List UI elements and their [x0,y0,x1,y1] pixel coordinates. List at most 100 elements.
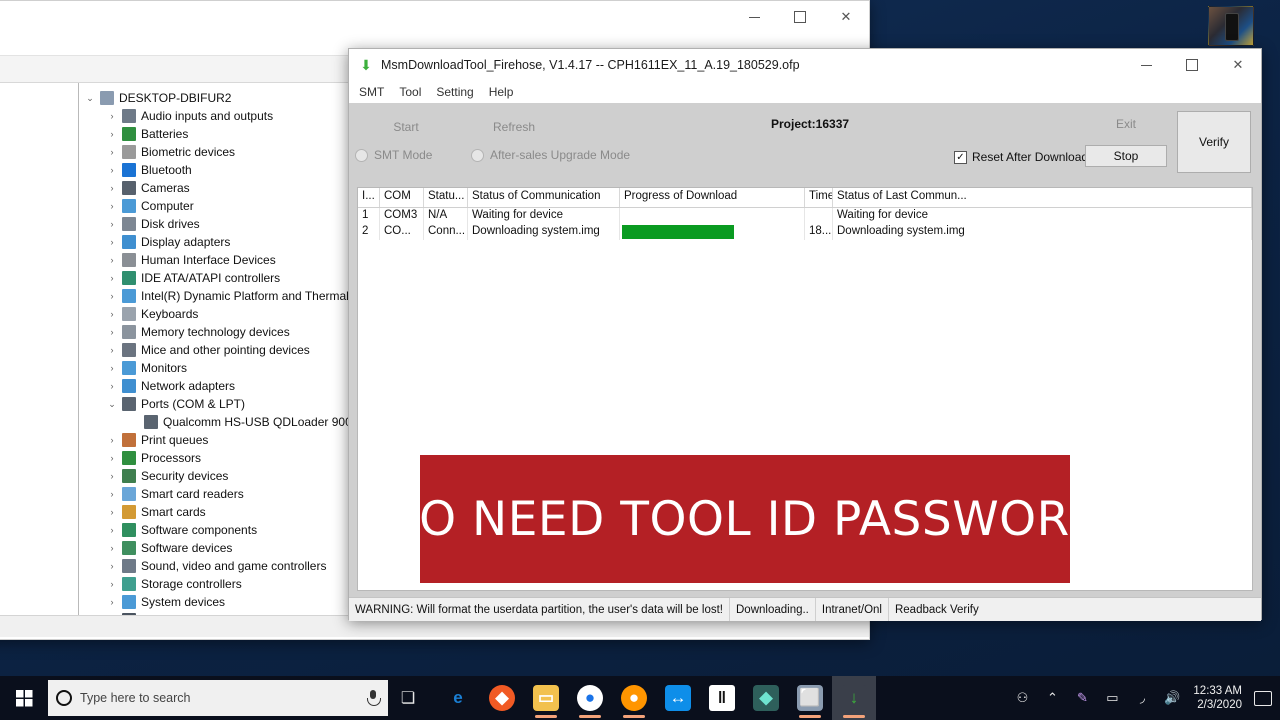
stop-button[interactable]: Stop [1085,145,1167,167]
wifi-icon[interactable]: ◞ [1133,690,1151,706]
chevron-icon[interactable]: ⌄ [85,93,95,104]
table-row[interactable]: 1 COM3 N/A Waiting for device Waiting for de… [358,208,1252,224]
chevron-icon[interactable]: › [107,147,117,157]
start-button[interactable]: Start [361,115,451,139]
pen-icon[interactable]: ✎ [1073,690,1091,706]
chevron-icon[interactable]: › [107,435,117,445]
chevron-icon[interactable]: › [107,489,117,499]
chevron-icon[interactable]: › [107,219,117,229]
chevron-icon[interactable]: › [107,165,117,175]
chevron-icon[interactable]: › [107,543,117,553]
people-icon[interactable]: ⚇ [1013,690,1031,706]
firefox-icon[interactable]: ● [612,676,656,720]
chevron-icon[interactable]: › [107,579,117,589]
teamviewer-icon[interactable]: ↔ [656,676,700,720]
verify-button[interactable]: Verify [1177,111,1251,173]
console-tree-item[interactable]: >nce [0,209,78,229]
msm-minimize-button[interactable] [1123,49,1169,81]
chevron-icon[interactable]: › [107,327,117,337]
grid-column-header[interactable]: I... [358,188,380,207]
system-tray[interactable]: ⚇ ⌃ ✎ ▭ ◞ 🔊 12:33 AM 2/3/2020 [1013,676,1280,720]
volume-icon[interactable]: 🔊 [1163,690,1181,706]
show-hidden-icons-icon[interactable]: ⌃ [1043,690,1061,706]
chevron-icon[interactable]: › [107,363,117,373]
chevron-icon[interactable]: › [107,453,117,463]
download-grid-body[interactable]: 1 COM3 N/A Waiting for device Waiting for de… [358,208,1252,240]
chevron-icon[interactable]: › [107,507,117,517]
msm-close-button[interactable]: ✕ [1215,49,1261,81]
chevron-icon[interactable]: › [107,291,117,301]
chevron-icon[interactable]: › [107,201,117,211]
msm-maximize-button[interactable] [1169,49,1215,81]
console-tree-item[interactable]: >olders [0,169,78,189]
grid-column-header[interactable]: Time [805,188,833,207]
port-icon [122,397,136,411]
console-tree-item[interactable]: >s [0,109,78,129]
table-cell: COM3 [380,208,424,224]
after-sales-mode-radio[interactable]: After-sales Upgrade Mode [471,148,630,162]
chevron-icon[interactable]: › [107,255,117,265]
console-tree-item[interactable]: >wer [0,149,78,169]
console-tree-item[interactable]: anager [0,229,78,249]
reset-after-download-checkbox[interactable]: ✓ Reset After Download [954,150,1088,164]
chevron-icon[interactable]: › [107,111,117,121]
taskbar[interactable]: Type here to search ❏ e ◆ ▭ ● ● ↔ ‖ ◆ ⬜ ↓ ⚇ ⌃ ✎ ▭… [0,676,1280,720]
chevron-icon[interactable]: › [107,273,117,283]
smt-mode-radio[interactable]: SMT Mode [355,148,432,162]
grid-column-header[interactable]: Status of Communication [468,188,620,207]
chevron-icon[interactable]: › [107,309,117,319]
microphone-icon[interactable] [366,690,381,706]
chevron-icon[interactable]: › [107,561,117,571]
grid-column-header[interactable]: Progress of Download [620,188,805,207]
desktop-photo-icon[interactable] [1208,6,1254,46]
edge-icon[interactable]: e [436,676,480,720]
chevron-icon[interactable]: › [107,129,117,139]
msm-menu-smt[interactable]: SMT [359,85,384,99]
taskbar-app-list[interactable]: e ◆ ▭ ● ● ↔ ‖ ◆ ⬜ ↓ [436,676,876,720]
cm-maximize-button[interactable] [777,1,823,33]
refresh-button[interactable]: Refresh [469,115,559,139]
computer-management-icon[interactable]: ⬜ [788,676,832,720]
chevron-icon[interactable]: › [107,597,117,607]
chevron-icon[interactable]: › [107,525,117,535]
watermark-banner: NO NEED TOOL ID PASSWORD [383,455,1106,583]
chevron-icon[interactable]: › [107,345,117,355]
file-explorer-icon[interactable]: ▭ [524,676,568,720]
action-center-icon[interactable] [1254,690,1272,706]
task-view-icon[interactable]: ❏ [388,676,428,720]
chevron-icon[interactable]: › [107,183,117,193]
console-tree-item[interactable]: >Applications [0,289,78,309]
battery-charging-icon[interactable]: ▭ [1103,690,1121,706]
computer-management-titlebar[interactable]: ...gement ✕ [0,1,869,33]
grid-column-header[interactable]: COM [380,188,424,207]
msm-menu-setting[interactable]: Setting [436,85,473,99]
editor-icon[interactable]: ◆ [744,676,788,720]
msm-menu-help[interactable]: Help [489,85,514,99]
chevron-icon[interactable]: ⌄ [107,399,117,410]
search-input[interactable]: Type here to search [48,680,388,716]
msm-download-tool-icon[interactable]: ↓ [832,676,876,720]
exit-button[interactable]: Exit [1085,113,1167,135]
windows-start-icon[interactable] [0,676,48,720]
grid-column-header[interactable]: Status of Last Commun... [833,188,1252,207]
msm-titlebar[interactable]: ⬇ MsmDownloadTool_Firehose, V1.4.17 -- C… [349,49,1261,81]
cm-close-button[interactable]: ✕ [823,1,869,33]
clock[interactable]: 12:33 AM 2/3/2020 [1193,684,1242,712]
chevron-icon[interactable]: › [107,237,117,247]
cm-minimize-button[interactable] [731,1,777,33]
console-tree-item[interactable]: >eduler [0,129,78,149]
console-tree-item[interactable] [0,249,78,269]
chevron-icon[interactable]: › [107,471,117,481]
console-tree-item[interactable]: v...gement (Local) [0,89,78,109]
chevron-icon[interactable]: › [107,381,117,391]
chrome-icon[interactable]: ● [568,676,612,720]
brave-icon[interactable]: ◆ [480,676,524,720]
console-tree-item[interactable]: >rs and Groups [0,189,78,209]
msm-menubar[interactable]: SMT Tool Setting Help [349,81,1261,103]
video-player-icon[interactable]: ‖ [700,676,744,720]
msm-menu-tool[interactable]: Tool [399,85,421,99]
computer-management-console-tree[interactable]: v...gement (Local)>s>eduler>wer>olders>r… [0,83,79,615]
grid-column-header[interactable]: Statu... [424,188,468,207]
table-row[interactable]: 2 CO... Conn... Downloading system.img 18...… [358,224,1252,240]
console-tree-item[interactable]: >agement [0,269,78,289]
